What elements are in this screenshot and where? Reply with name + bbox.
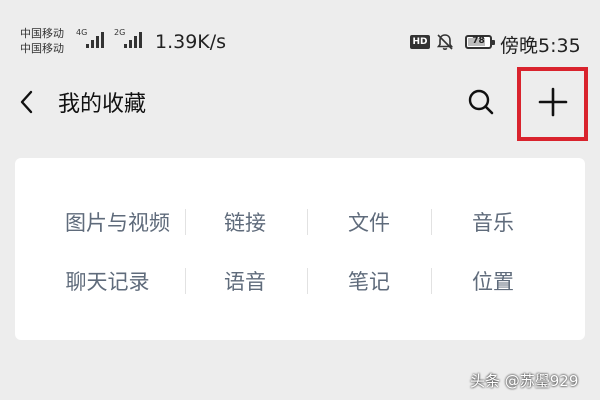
category-files[interactable]: 文件 <box>319 207 419 237</box>
category-chat-records[interactable]: 聊天记录 <box>55 266 160 296</box>
bell-muted-icon <box>436 34 454 51</box>
nav-bar: 我的收藏 <box>0 67 600 141</box>
divider <box>431 209 432 235</box>
favorites-category-panel: 图片与视频 链接 文件 音乐 聊天记录 语音 笔记 位置 <box>15 158 585 340</box>
carrier-names: 中国移动 中国移动 <box>20 26 64 56</box>
divider <box>307 268 308 294</box>
plus-icon[interactable] <box>537 86 569 118</box>
category-links[interactable]: 链接 <box>195 207 295 237</box>
category-voice[interactable]: 语音 <box>195 266 295 296</box>
battery-icon: 78 <box>465 35 495 49</box>
carrier-2: 中国移动 <box>20 42 64 55</box>
divider <box>431 268 432 294</box>
category-music[interactable]: 音乐 <box>443 207 543 237</box>
divider <box>185 209 186 235</box>
hd-icon: HD <box>410 35 430 49</box>
divider <box>307 209 308 235</box>
network-speed: 1.39K/s <box>155 31 227 53</box>
category-notes[interactable]: 笔记 <box>319 266 419 296</box>
status-bar: 中国移动 中国移动 4G 2G 1.39K/s HD 78 傍晚5:35 <box>20 26 581 57</box>
status-clock: 傍晚5:35 <box>500 35 581 57</box>
category-images-videos[interactable]: 图片与视频 <box>55 207 180 237</box>
watermark: 头条 @苏璺929 <box>470 372 579 390</box>
page-title: 我的收藏 <box>58 92 147 117</box>
chevron-left-icon[interactable] <box>14 88 42 116</box>
battery-level: 78 <box>472 36 485 46</box>
divider <box>185 268 186 294</box>
category-location[interactable]: 位置 <box>443 266 543 296</box>
carrier-1: 中国移动 <box>20 27 64 40</box>
search-icon[interactable] <box>466 87 496 117</box>
